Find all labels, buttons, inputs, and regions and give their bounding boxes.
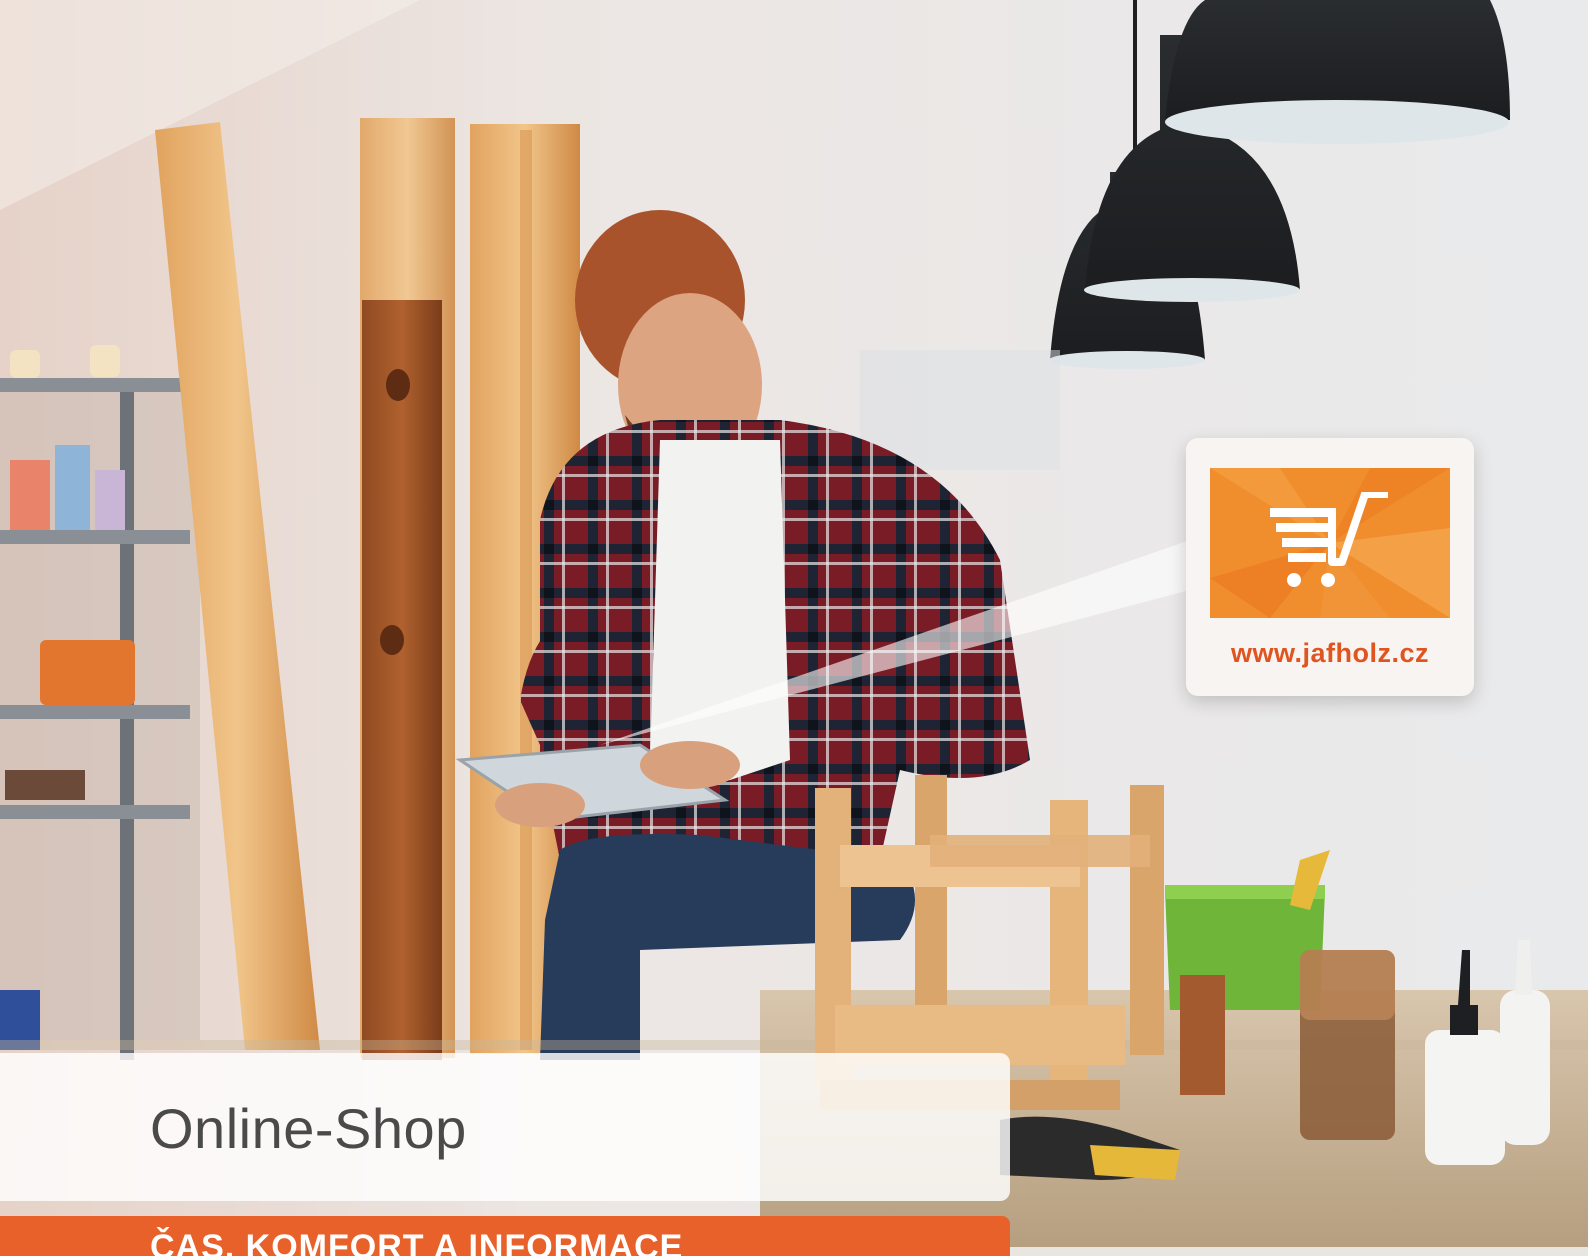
shop-card[interactable]: www.jafholz.cz [1186, 438, 1474, 696]
page-title: Online-Shop [150, 1097, 467, 1160]
subtitle-text: ČAS, KOMFORT A INFORMACE [150, 1228, 684, 1256]
shop-url-link[interactable]: www.jafholz.cz [1186, 638, 1474, 669]
subtitle-bar: ČAS, KOMFORT A INFORMACE [0, 1216, 1010, 1256]
shopping-cart-icon [1270, 492, 1388, 587]
shop-tile[interactable] [1210, 468, 1450, 618]
